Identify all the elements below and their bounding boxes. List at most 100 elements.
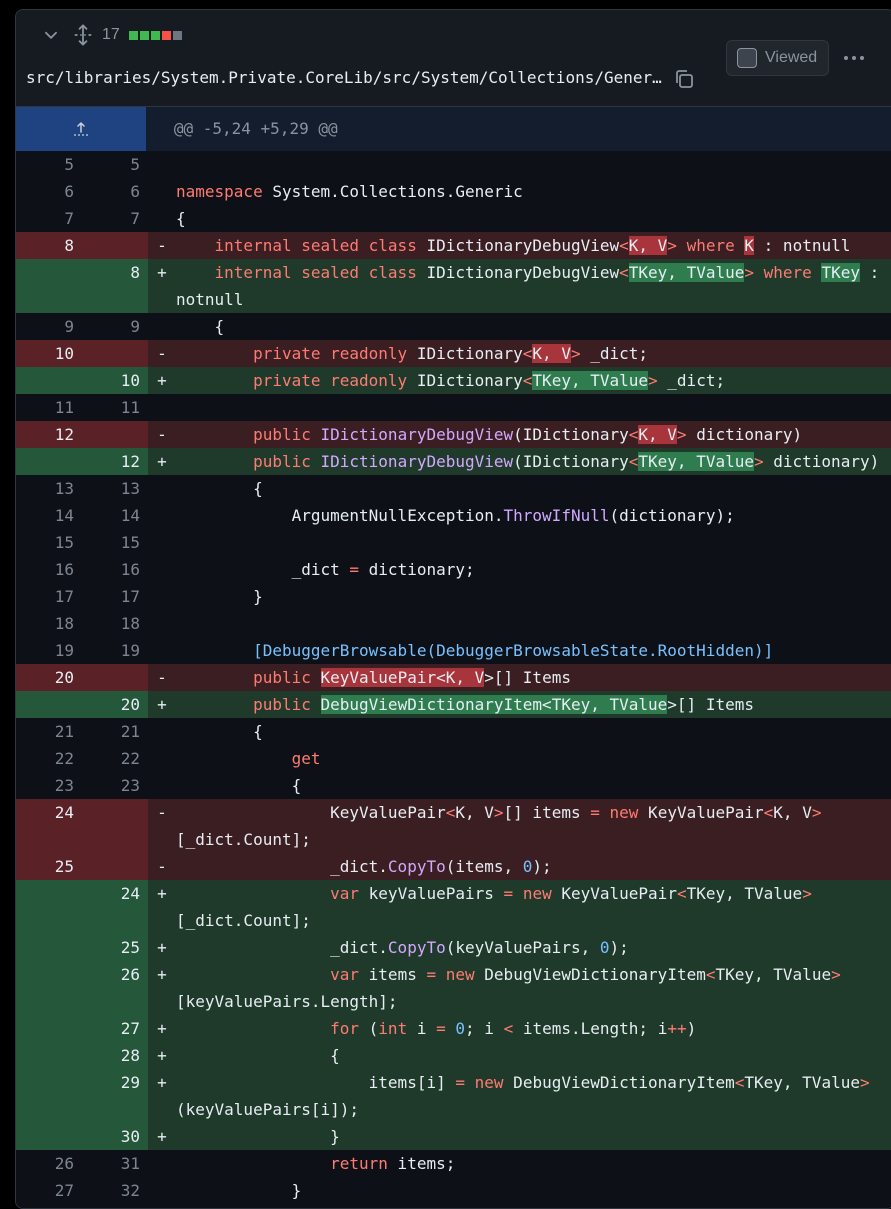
new-line-number[interactable] bbox=[82, 421, 148, 448]
code-token: IDictionaryDebugView bbox=[320, 425, 514, 444]
old-line-number[interactable]: 21 bbox=[16, 718, 82, 745]
new-line-number[interactable]: 11 bbox=[82, 394, 148, 421]
new-line-number[interactable]: 9 bbox=[82, 313, 148, 340]
old-line-number[interactable] bbox=[16, 880, 82, 934]
new-line-number[interactable]: 5 bbox=[82, 151, 148, 178]
old-line-number[interactable]: 11 bbox=[16, 394, 82, 421]
added-line: 10 + private readonly IDictionary<TKey, T… bbox=[16, 367, 891, 394]
new-line-number[interactable]: 20 bbox=[82, 691, 148, 718]
expand-icon[interactable] bbox=[72, 24, 94, 46]
code-text: } bbox=[176, 583, 891, 610]
old-line-number[interactable]: 16 bbox=[16, 556, 82, 583]
code-token: K, V bbox=[628, 236, 668, 255]
old-line-number[interactable]: 12 bbox=[16, 421, 82, 448]
diff-sign: - bbox=[157, 803, 167, 822]
old-line-number[interactable]: 13 bbox=[16, 475, 82, 502]
old-line-number[interactable] bbox=[16, 259, 82, 313]
old-line-number[interactable] bbox=[16, 1069, 82, 1123]
old-line-number[interactable]: 23 bbox=[16, 772, 82, 799]
new-line-number[interactable]: 17 bbox=[82, 583, 148, 610]
old-line-number[interactable]: 17 bbox=[16, 583, 82, 610]
new-line-number[interactable]: 24 bbox=[82, 880, 148, 934]
chevron-down-icon[interactable] bbox=[42, 26, 60, 44]
copy-icon[interactable] bbox=[672, 67, 696, 91]
new-line-number[interactable]: 13 bbox=[82, 475, 148, 502]
new-line-number[interactable]: 18 bbox=[82, 610, 148, 637]
new-line-number[interactable]: 26 bbox=[82, 961, 148, 1015]
new-line-number[interactable] bbox=[82, 232, 148, 259]
new-line-number[interactable] bbox=[82, 853, 148, 880]
old-line-number[interactable] bbox=[16, 367, 82, 394]
old-line-number[interactable] bbox=[16, 448, 82, 475]
new-line-number[interactable]: 10 bbox=[82, 367, 148, 394]
old-line-number[interactable]: 5 bbox=[16, 151, 82, 178]
new-line-number[interactable]: 14 bbox=[82, 502, 148, 529]
old-line-number[interactable] bbox=[16, 1123, 82, 1150]
added-line: 8 + internal sealed class IDictionaryDebu… bbox=[16, 259, 891, 313]
new-line-number[interactable]: 7 bbox=[82, 205, 148, 232]
viewed-checkbox[interactable] bbox=[737, 48, 757, 68]
old-line-number[interactable]: 25 bbox=[16, 853, 82, 880]
old-line-number[interactable] bbox=[16, 691, 82, 718]
new-line-number[interactable]: 19 bbox=[82, 637, 148, 664]
added-line: 27 + for (int i = 0; i < items.Length; i+… bbox=[16, 1015, 891, 1042]
old-line-number[interactable]: 18 bbox=[16, 610, 82, 637]
file-path[interactable]: src/libraries/System.Private.CoreLib/src… bbox=[26, 68, 662, 87]
new-line-number[interactable]: 33 bbox=[82, 1204, 148, 1208]
new-line-number[interactable] bbox=[82, 799, 148, 853]
new-line-number[interactable]: 29 bbox=[82, 1069, 148, 1123]
old-line-number[interactable] bbox=[16, 1015, 82, 1042]
new-line-number[interactable]: 16 bbox=[82, 556, 148, 583]
added-line: 28 + { bbox=[16, 1042, 891, 1069]
context-line: 22 22 get bbox=[16, 745, 891, 772]
old-line-number[interactable]: 20 bbox=[16, 664, 82, 691]
old-line-number[interactable]: 7 bbox=[16, 205, 82, 232]
deleted-line: 25 - _dict.CopyTo(items, 0); bbox=[16, 853, 891, 880]
code-token: [DebuggerBrowsable(DebuggerBrowsableStat… bbox=[253, 641, 774, 660]
old-line-number[interactable]: 24 bbox=[16, 799, 82, 853]
new-line-number[interactable]: 8 bbox=[82, 259, 148, 313]
old-line-number[interactable]: 22 bbox=[16, 745, 82, 772]
old-line-number[interactable]: 26 bbox=[16, 1150, 82, 1177]
new-line-number[interactable]: 30 bbox=[82, 1123, 148, 1150]
code-token: _dict. bbox=[176, 938, 388, 957]
new-line-number[interactable]: 28 bbox=[82, 1042, 148, 1069]
old-line-number[interactable]: 14 bbox=[16, 502, 82, 529]
code-token: 0 bbox=[455, 1019, 466, 1038]
new-line-number[interactable]: 25 bbox=[82, 934, 148, 961]
kebab-icon[interactable] bbox=[840, 44, 868, 72]
new-line-number[interactable] bbox=[82, 340, 148, 367]
old-line-number[interactable] bbox=[16, 961, 82, 1015]
code-token: { bbox=[176, 317, 225, 336]
new-line-number[interactable]: 22 bbox=[82, 745, 148, 772]
code-token: K, V bbox=[773, 803, 812, 822]
new-line-number[interactable]: 23 bbox=[82, 772, 148, 799]
code-token: DebugViewDictionaryItem<TKey, TValue bbox=[320, 695, 668, 714]
new-line-number[interactable]: 21 bbox=[82, 718, 148, 745]
old-line-number[interactable]: 10 bbox=[16, 340, 82, 367]
new-line-number[interactable]: 6 bbox=[82, 178, 148, 205]
old-line-number[interactable]: 6 bbox=[16, 178, 82, 205]
old-line-number[interactable]: 28 bbox=[16, 1204, 82, 1208]
old-line-number[interactable]: 9 bbox=[16, 313, 82, 340]
new-line-number[interactable]: 27 bbox=[82, 1015, 148, 1042]
expand-up-button[interactable] bbox=[16, 107, 146, 151]
old-line-number[interactable]: 15 bbox=[16, 529, 82, 556]
old-line-number[interactable]: 19 bbox=[16, 637, 82, 664]
new-line-number[interactable]: 31 bbox=[82, 1150, 148, 1177]
old-line-number[interactable] bbox=[16, 1042, 82, 1069]
code-text: ​ bbox=[176, 529, 891, 556]
old-line-number[interactable] bbox=[16, 934, 82, 961]
context-line: 1111 ​ bbox=[16, 394, 891, 421]
new-line-number[interactable]: 15 bbox=[82, 529, 148, 556]
new-line-number[interactable] bbox=[82, 664, 148, 691]
old-line-number[interactable]: 8 bbox=[16, 232, 82, 259]
viewed-toggle[interactable]: Viewed bbox=[726, 40, 829, 76]
new-line-number[interactable]: 12 bbox=[82, 448, 148, 475]
